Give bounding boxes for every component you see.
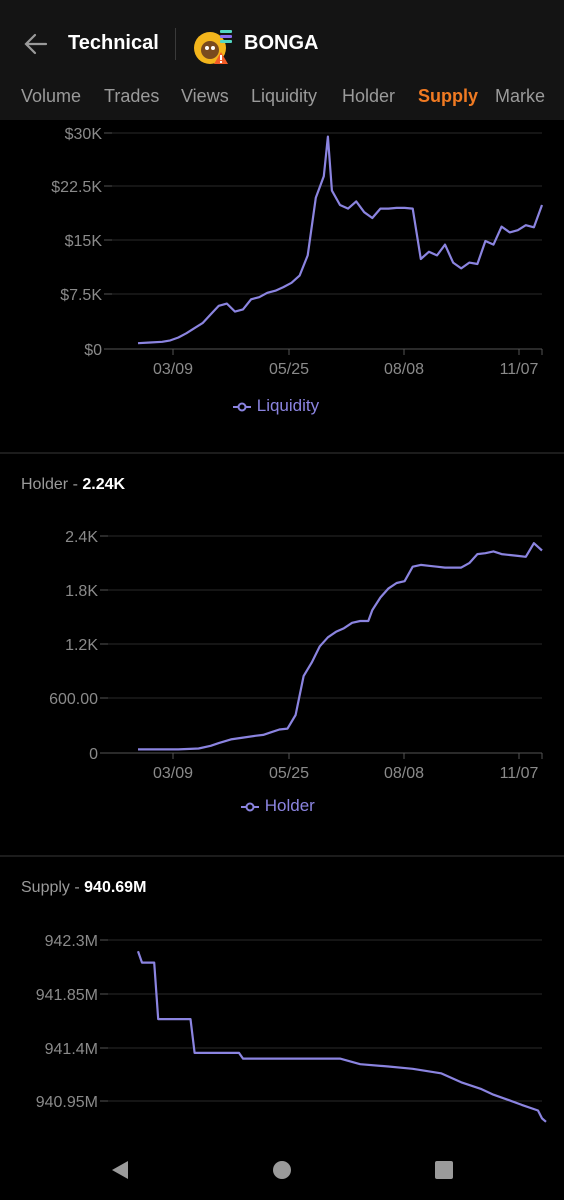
liquidity-section: $30K $22.5K $15K $7.5K $0 03/09 05/25 08/08 11/0… <box>0 120 564 452</box>
legend-line-marker-icon <box>233 402 251 412</box>
x-tick-label: 05/25 <box>269 765 309 782</box>
tab-volume[interactable]: Volume <box>21 86 81 107</box>
legend-line-marker-icon <box>241 802 259 812</box>
holder-legend[interactable]: Holder <box>240 796 315 816</box>
tab-trades[interactable]: Trades <box>104 86 159 107</box>
supply-section: Supply - 940.69M 942.3M 941.85M 941.4M 940.… <box>0 857 564 1140</box>
back-arrow-icon[interactable] <box>22 30 50 58</box>
app-header: Technical BONGA Volume Trades Views Liqu… <box>0 0 564 120</box>
x-tick-label: 03/09 <box>153 361 193 378</box>
x-tick-label: 05/25 <box>269 361 309 378</box>
holder-legend-label: Holder <box>264 796 315 815</box>
y-tick-label: 941.85M <box>36 987 98 1004</box>
y-tick-label: 1.8K <box>65 583 98 600</box>
y-tick-label: 0 <box>89 746 98 763</box>
x-tick-label: 03/09 <box>153 765 193 782</box>
x-tick-label: 11/07 <box>500 361 539 378</box>
tab-holder[interactable]: Holder <box>342 86 395 107</box>
token-name: BONGA <box>244 32 319 54</box>
y-tick-label: 2.4K <box>65 529 98 546</box>
nav-recents-icon[interactable] <box>432 1158 456 1182</box>
series-line <box>136 950 547 1123</box>
x-tick-label: 08/08 <box>384 765 424 782</box>
system-nav-bar <box>0 1140 564 1200</box>
tab-supply[interactable]: Supply <box>418 86 478 107</box>
tab-market[interactable]: Marke <box>495 86 545 107</box>
tab-bar: Volume Trades Views Liquidity Holder Sup… <box>0 86 564 114</box>
y-tick-label: 600.00 <box>49 691 98 708</box>
holder-chart: 2.4K 1.8K 1.2K 600.00 0 03/09 05/25 08/08 11/07 <box>49 529 543 782</box>
page-title: Technical <box>68 32 159 54</box>
nav-home-icon[interactable] <box>270 1158 294 1182</box>
x-tick-label: 11/07 <box>500 765 539 782</box>
liquidity-legend-label: Liquidity <box>256 396 320 415</box>
liquidity-chart: $30K $22.5K $15K $7.5K $0 03/09 05/25 08/08 11/0… <box>51 126 544 378</box>
series-line <box>138 542 543 751</box>
token-logo-icon <box>194 30 232 64</box>
nav-back-icon[interactable] <box>108 1158 132 1182</box>
header-divider <box>175 28 176 60</box>
tab-liquidity[interactable]: Liquidity <box>251 86 317 107</box>
y-tick-label: 940.95M <box>36 1094 98 1111</box>
x-tick-label: 08/08 <box>384 361 424 378</box>
tab-views[interactable]: Views <box>181 86 229 107</box>
y-tick-label: 1.2K <box>65 637 98 654</box>
holder-section: Holder - 2.24K 2.4K 1.8K 1.2K 600.00 0 03/09 0… <box>0 454 564 854</box>
y-tick-label: $0 <box>84 342 102 359</box>
liquidity-legend[interactable]: Liquidity <box>232 396 319 416</box>
y-tick-label: $22.5K <box>51 179 102 196</box>
y-tick-label: $7.5K <box>60 287 102 304</box>
y-tick-label: $30K <box>65 126 103 143</box>
y-tick-label: 941.4M <box>45 1041 98 1058</box>
y-tick-label: 942.3M <box>45 933 98 950</box>
y-tick-label: $15K <box>65 233 103 250</box>
supply-chart: 942.3M 941.85M 941.4M 940.95M <box>36 933 547 1123</box>
